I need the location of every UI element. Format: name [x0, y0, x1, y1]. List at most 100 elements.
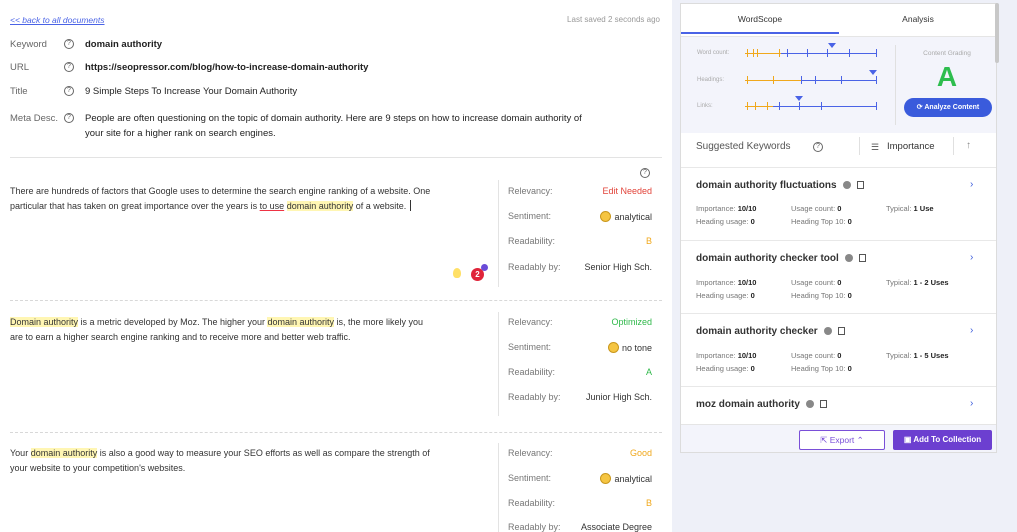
back-to-documents-link[interactable]: << back to all documents — [10, 15, 105, 25]
keyword-item[interactable]: domain authority fluctuations › Importan… — [681, 167, 996, 240]
chevron-right-icon[interactable]: › — [970, 325, 973, 336]
lightbulb-icon[interactable] — [453, 268, 461, 278]
stat-value: 0 — [847, 217, 852, 226]
gauge-tick — [747, 102, 748, 110]
gauge-tick — [807, 49, 808, 57]
keyword-value[interactable]: domain authority — [85, 37, 645, 52]
thinking-face-icon — [600, 473, 612, 484]
readably-row: Readably by: Associate Degree — [508, 522, 652, 532]
readability-label: Readability: — [508, 498, 556, 508]
gauge-tick — [779, 49, 780, 57]
sentiment-value: analytical — [600, 211, 652, 222]
keyword-highlight[interactable]: domain authority — [267, 317, 335, 327]
gauge-tick — [753, 49, 754, 57]
chevron-right-icon[interactable]: › — [970, 179, 973, 190]
sentiment-text: analytical — [614, 212, 652, 222]
stat-value: 1 - 2 Uses — [913, 278, 949, 287]
stat-label: Heading Top 10: — [791, 291, 846, 300]
check-icon — [823, 327, 832, 335]
sort-icon[interactable]: ☰ — [871, 142, 879, 153]
sentiment-label: Sentiment: — [508, 211, 552, 221]
sentiment-label: Sentiment: — [508, 342, 552, 352]
keyword-name: domain authority checker tool — [696, 253, 866, 264]
gauge-tick — [841, 76, 842, 84]
copy-icon[interactable] — [858, 254, 866, 262]
keyword-highlight[interactable]: domain authority — [286, 201, 354, 211]
sentiment-row: Sentiment: analytical — [508, 473, 652, 487]
paragraph-text: of a website. — [353, 201, 407, 211]
analyze-content-button[interactable]: ⟳ Analyze Content — [904, 98, 992, 117]
readably-label: Readably by: — [508, 392, 561, 402]
last-saved-status: Last saved 2 seconds ago — [567, 15, 660, 24]
gauge-tick — [799, 102, 800, 110]
help-icon[interactable]: ? — [640, 168, 650, 178]
flagged-text[interactable]: to use — [260, 201, 285, 211]
paragraph-block[interactable]: There are hundreds of factors that Googl… — [10, 184, 488, 214]
divider — [10, 300, 662, 301]
gauge-tick — [787, 49, 788, 57]
stat-label: Typical: — [886, 278, 912, 287]
chevron-right-icon[interactable]: › — [970, 398, 973, 409]
gauge-yellow-segment — [745, 53, 781, 54]
keyword-highlight[interactable]: Domain authority — [10, 317, 79, 327]
sort-by-importance[interactable]: Importance — [887, 141, 935, 152]
copy-icon[interactable] — [837, 327, 845, 335]
importance-stat: Importance: 10/10 — [696, 204, 756, 213]
gauge-marker — [828, 43, 836, 48]
meta-desc-value[interactable]: People are often questioning on the topi… — [85, 111, 645, 141]
help-icon[interactable]: ? — [64, 86, 74, 96]
scrollbar[interactable] — [995, 3, 999, 63]
chevron-right-icon[interactable]: › — [970, 252, 973, 263]
paragraph-block[interactable]: Domain authority is a metric developed b… — [10, 315, 488, 345]
keyword-item[interactable]: domain authority checker › Importance: 1… — [681, 313, 996, 386]
tab-wordscope[interactable]: WordScope — [681, 4, 839, 34]
help-icon[interactable]: ? — [813, 142, 823, 152]
keyword-item[interactable]: domain authority checker tool › Importan… — [681, 240, 996, 313]
typical-stat: Typical: 1 - 2 Uses — [886, 278, 949, 287]
typical-stat: Typical: 1 Use — [886, 204, 934, 213]
top10-stat: Heading Top 10: 0 — [791, 217, 852, 226]
headings-label: Headings: — [697, 77, 725, 83]
stat-value: 0 — [837, 278, 842, 287]
heading-stat: Heading usage: 0 — [696, 291, 755, 300]
gauge-axis — [745, 70, 877, 84]
sort-direction-icon[interactable]: ↑ — [966, 140, 971, 151]
tab-analysis[interactable]: Analysis — [839, 4, 996, 34]
gauge-tick — [876, 49, 877, 57]
relevancy-label: Relevancy: — [508, 317, 553, 327]
gauge-tick — [757, 49, 758, 57]
stat-value: 1 Use — [913, 204, 934, 213]
vertical-divider — [498, 312, 499, 416]
stat-label: Typical: — [886, 351, 912, 360]
paragraph-text: are to earn a higher search engine ranki… — [10, 332, 351, 342]
gauge-axis — [745, 43, 877, 57]
paragraph-text: Your — [10, 448, 31, 458]
add-to-collection-button[interactable]: ▣ Add To Collection — [893, 430, 992, 450]
stat-value: 0 — [837, 351, 842, 360]
keyword-highlight[interactable]: domain authority — [30, 448, 98, 458]
paragraph-block[interactable]: Your domain authority is also a good way… — [10, 446, 488, 476]
keyword-item[interactable]: moz domain authority › — [681, 386, 996, 424]
badge-plus-icon — [481, 264, 488, 271]
typical-stat: Typical: 1 - 5 Uses — [886, 351, 949, 360]
vertical-divider — [498, 443, 499, 532]
readably-value: Senior High Sch. — [584, 262, 652, 272]
help-icon[interactable]: ? — [64, 113, 74, 123]
help-icon[interactable]: ? — [64, 39, 74, 49]
help-icon[interactable]: ? — [64, 62, 74, 72]
paragraph-text: is, the more likely you — [334, 317, 424, 327]
gauge-blue-segment — [773, 106, 877, 107]
gauge-tick — [755, 102, 756, 110]
check-icon — [844, 254, 853, 262]
gauge-yellow-segment — [745, 106, 773, 107]
url-value[interactable]: https://seopressor.com/blog/how-to-incre… — [85, 60, 645, 75]
title-value[interactable]: 9 Simple Steps To Increase Your Domain A… — [85, 84, 645, 99]
copy-icon[interactable] — [819, 400, 827, 408]
export-button[interactable]: ⇱ Export ⌃ — [799, 430, 885, 450]
relevancy-label: Relevancy: — [508, 186, 553, 196]
copy-icon[interactable] — [856, 181, 864, 189]
gauge-tick — [827, 49, 828, 57]
thinking-face-icon — [600, 211, 612, 222]
readability-label: Readability: — [508, 367, 556, 377]
readability-row: Readability: A — [508, 367, 652, 381]
